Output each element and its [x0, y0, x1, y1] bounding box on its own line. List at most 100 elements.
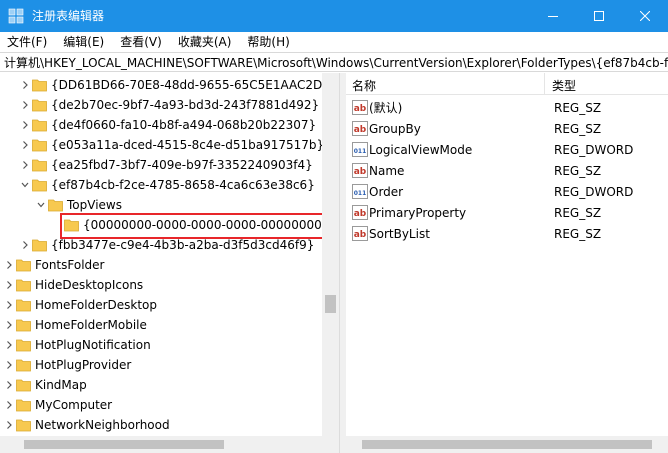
tree-item[interactable]: {de2b70ec-9bf7-4a93-bd3d-243f7881d492} — [0, 95, 322, 115]
expand-arrow-icon[interactable] — [4, 300, 14, 310]
tree-item[interactable]: HotPlugNotification — [0, 335, 322, 355]
key-tree: {DD61BD66-70E8-48dd-9655-65C5E1AAC2D1} {d… — [0, 73, 339, 453]
folder-icon — [16, 379, 31, 392]
tree-item[interactable]: {DD61BD66-70E8-48dd-9655-65C5E1AAC2D1} — [0, 75, 338, 95]
expand-arrow-icon[interactable] — [4, 280, 14, 290]
minimize-icon — [548, 16, 558, 17]
maximize-icon — [594, 11, 604, 21]
values-horizontal-scrollbar[interactable] — [346, 436, 668, 453]
column-header-type[interactable]: 类型 — [552, 77, 576, 94]
value-name: Order — [369, 185, 404, 199]
expand-arrow-icon[interactable] — [4, 380, 14, 390]
title-bar: 注册表编辑器 — [0, 0, 668, 32]
tree-item-label: FontsFolder — [35, 258, 105, 272]
value-name: LogicalViewMode — [369, 143, 473, 157]
minimize-button[interactable] — [530, 0, 576, 32]
svg-text:ab: ab — [354, 104, 367, 114]
menu-edit[interactable]: 编辑(E) — [57, 32, 110, 52]
tree-item-label: HotPlugProvider — [35, 358, 132, 372]
expand-arrow-icon[interactable] — [20, 100, 30, 110]
tree-item-label: NetworkNeighborhood — [35, 418, 170, 432]
tree-item[interactable]: HomeFolderDesktop — [0, 295, 322, 315]
tree-item[interactable]: TopViews — [0, 195, 322, 215]
address-path: 计算机\HKEY_LOCAL_MACHINE\SOFTWARE\Microsof… — [4, 56, 668, 70]
value-row[interactable]: ab GroupBy REG_SZ — [346, 118, 668, 139]
tree-item-label: TopViews — [67, 198, 122, 212]
menu-favorites[interactable]: 收藏夹(A) — [172, 32, 238, 52]
tree-item-label: HomeFolderDesktop — [35, 298, 158, 312]
value-row[interactable]: ab Name REG_SZ — [346, 160, 668, 181]
close-button[interactable] — [622, 0, 668, 32]
column-divider[interactable] — [544, 73, 545, 95]
value-row[interactable]: 011 Order REG_DWORD — [346, 181, 668, 202]
values-list: 名称 类型 ab (默认) REG_SZ ab GroupBy REG_SZ 011 Logi… — [346, 73, 668, 453]
tree-item[interactable]: FontsFolder — [0, 255, 322, 275]
folder-icon — [16, 259, 31, 272]
values-hscroll-thumb[interactable] — [362, 440, 652, 449]
tree-item-label: {ef87b4cb-f2ce-4785-8658-4ca6c63e38c6} — [51, 178, 315, 192]
menu-file[interactable]: 文件(F) — [0, 32, 53, 52]
tree-hscroll-thumb[interactable] — [24, 440, 224, 449]
tree-item[interactable]: {ea25fbd7-3bf7-409e-b97f-3352240903f4} — [0, 155, 322, 175]
dword-value-icon: 011 — [352, 142, 368, 157]
tree-item[interactable]: {ef87b4cb-f2ce-4785-8658-4ca6c63e38c6} — [0, 175, 322, 195]
tree-item[interactable]: HomeFolderMobile — [0, 315, 322, 335]
folder-icon — [32, 99, 47, 112]
tree-item[interactable]: {e053a11a-dced-4515-8c4e-d51ba917517b} — [0, 135, 324, 155]
expand-arrow-icon[interactable] — [4, 320, 14, 330]
expand-arrow-icon[interactable] — [20, 120, 30, 130]
address-bar[interactable]: 计算机\HKEY_LOCAL_MACHINE\SOFTWARE\Microsof… — [0, 52, 668, 72]
menu-view[interactable]: 查看(V) — [114, 32, 168, 52]
tree-item-label: KindMap — [35, 378, 87, 392]
folder-icon — [48, 199, 63, 212]
expand-arrow-icon[interactable] — [4, 340, 14, 350]
string-value-icon: ab — [352, 100, 368, 115]
selection-highlight — [60, 213, 324, 239]
svg-text:ab: ab — [354, 167, 367, 177]
value-row[interactable]: ab SortByList REG_SZ — [346, 223, 668, 244]
tree-horizontal-scrollbar[interactable] — [0, 436, 322, 453]
value-type: REG_SZ — [554, 164, 602, 178]
expand-arrow-icon[interactable] — [20, 140, 30, 150]
tree-item-label: HotPlugNotification — [35, 338, 151, 352]
value-type: REG_SZ — [554, 227, 602, 241]
close-icon — [640, 11, 650, 21]
tree-item[interactable]: MyComputer — [0, 395, 322, 415]
column-header-name[interactable]: 名称 — [352, 77, 376, 94]
value-row[interactable]: 011 LogicalViewMode REG_DWORD — [346, 139, 668, 160]
maximize-button[interactable] — [576, 0, 622, 32]
expand-arrow-icon[interactable] — [4, 420, 14, 430]
tree-vertical-scrollbar[interactable] — [322, 73, 339, 453]
tree-item-label: {ea25fbd7-3bf7-409e-b97f-3352240903f4} — [51, 158, 313, 172]
pane-splitter[interactable] — [339, 73, 346, 453]
expand-arrow-icon[interactable] — [20, 240, 30, 250]
folder-icon — [32, 159, 47, 172]
folder-icon — [16, 279, 31, 292]
string-value-icon: ab — [352, 163, 368, 178]
value-name: PrimaryProperty — [369, 206, 467, 220]
dword-value-icon: 011 — [352, 184, 368, 199]
collapse-arrow-icon[interactable] — [20, 180, 30, 190]
menu-help[interactable]: 帮助(H) — [241, 32, 295, 52]
svg-text:011: 011 — [354, 190, 367, 197]
expand-arrow-icon[interactable] — [4, 360, 14, 370]
value-type: REG_SZ — [554, 122, 602, 136]
folder-icon — [16, 359, 31, 372]
tree-item[interactable]: KindMap — [0, 375, 322, 395]
folder-icon — [16, 419, 31, 432]
tree-item[interactable]: NetworkNeighborhood — [0, 415, 322, 435]
value-row[interactable]: ab (默认) REG_SZ — [346, 97, 668, 118]
expand-arrow-icon[interactable] — [20, 80, 30, 90]
folder-icon — [32, 239, 47, 252]
expand-arrow-icon[interactable] — [4, 260, 14, 270]
tree-item[interactable]: HotPlugProvider — [0, 355, 322, 375]
tree-item[interactable]: HideDesktopIcons — [0, 275, 322, 295]
value-type: REG_SZ — [554, 206, 602, 220]
expand-arrow-icon[interactable] — [20, 160, 30, 170]
tree-scroll-thumb[interactable] — [325, 295, 336, 313]
tree-item[interactable]: {de4f0660-fa10-4b8f-a494-068b20b22307} — [0, 115, 322, 135]
collapse-arrow-icon[interactable] — [36, 200, 46, 210]
value-row[interactable]: ab PrimaryProperty REG_SZ — [346, 202, 668, 223]
expand-arrow-icon[interactable] — [4, 400, 14, 410]
tree-item-label: {fbb3477e-c9e4-4b3b-a2ba-d3f5d3cd46f9} — [51, 238, 315, 252]
